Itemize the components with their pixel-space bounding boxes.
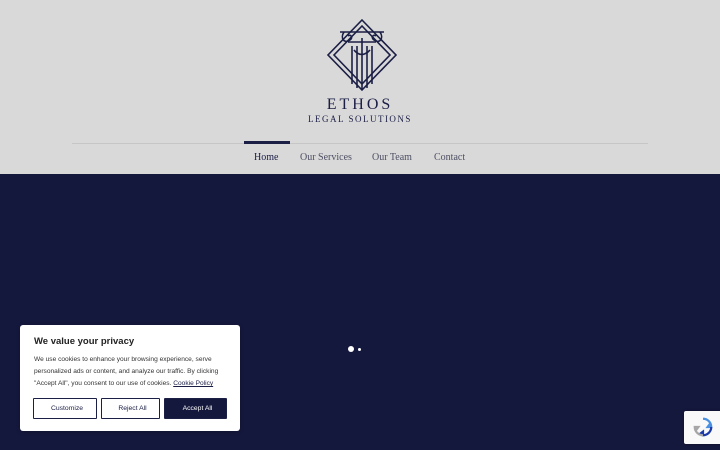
- nav-item-our-services[interactable]: Our Services: [300, 152, 352, 163]
- recaptcha-badge[interactable]: [684, 411, 720, 444]
- nav-item-our-team[interactable]: Our Team: [372, 152, 412, 163]
- nav-divider: [72, 143, 648, 144]
- slider-dot[interactable]: [358, 348, 361, 351]
- pillar-crest-icon[interactable]: [326, 18, 398, 92]
- recaptcha-icon: [693, 417, 713, 437]
- cookie-description: We use cookies to enhance your browsing …: [34, 354, 230, 390]
- accept-all-button[interactable]: Accept All: [164, 398, 227, 419]
- site-header: ETHOS LEGAL SOLUTIONS Home Our Services …: [0, 0, 720, 174]
- cookie-title: We value your privacy: [34, 336, 135, 347]
- customize-button[interactable]: Customize: [33, 398, 97, 419]
- nav-active-indicator: [244, 141, 290, 144]
- nav-item-home[interactable]: Home: [254, 152, 278, 163]
- slider-dot-active[interactable]: [348, 346, 354, 352]
- brand-name: ETHOS: [326, 96, 394, 113]
- cookie-consent-banner: We value your privacy We use cookies to …: [20, 325, 240, 431]
- cookie-policy-link[interactable]: Cookie Policy: [173, 380, 213, 387]
- reject-all-button[interactable]: Reject All: [101, 398, 160, 419]
- nav-item-contact[interactable]: Contact: [434, 152, 465, 163]
- main-nav: Home Our Services Our Team Contact: [0, 152, 720, 166]
- brand-tagline: LEGAL SOLUTIONS: [308, 114, 412, 124]
